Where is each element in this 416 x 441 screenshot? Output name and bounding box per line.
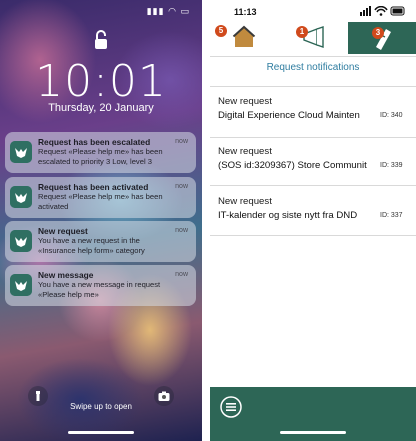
notification-body: Request «Please help me» has been activa… xyxy=(38,192,163,211)
divider xyxy=(210,56,416,57)
app-logo-icon xyxy=(10,274,32,296)
tab-requests[interactable]: 3 xyxy=(348,22,416,54)
section-title: Request notifications xyxy=(266,62,360,73)
bottom-bar xyxy=(210,387,416,441)
notification-card[interactable]: Request has been activated now Request «… xyxy=(5,177,196,218)
status-time: 11:13 xyxy=(234,7,257,17)
badge-home: 5 xyxy=(215,25,227,37)
app-screen: 11:13 5 1 3 Request notifications New re… xyxy=(210,0,416,441)
divider xyxy=(210,137,416,138)
notification-card[interactable]: New message now You have a new message i… xyxy=(5,265,196,306)
notification-time: now xyxy=(175,271,188,278)
request-name: IT-kalender og siste nytt fra DND xyxy=(218,210,358,221)
request-label: New request xyxy=(218,96,272,107)
status-icons xyxy=(360,6,405,16)
tab-announcements[interactable]: 1 xyxy=(279,22,347,54)
app-logo-icon xyxy=(10,141,32,163)
wifi-icon: ◠ xyxy=(168,6,177,16)
request-label: New request xyxy=(218,196,272,207)
swipe-up-hint: Swipe up to open xyxy=(70,402,132,411)
lock-screen: ▮▮▮ ◠ ▭ 10:01 Thursday, 20 January Reque… xyxy=(0,0,202,441)
notification-time: now xyxy=(175,138,188,145)
home-icon xyxy=(232,25,256,47)
notification-title: Request has been escalated xyxy=(38,137,151,147)
notification-card[interactable]: New request now You have a new request i… xyxy=(5,221,196,262)
notification-title: Request has been activated xyxy=(38,182,149,192)
lockscreen-clock: 10:01 xyxy=(35,56,167,107)
request-id: ID: 337 xyxy=(380,212,403,219)
notification-body: Request «Please help me» has been escala… xyxy=(38,147,163,166)
lockscreen-status-bar: ▮▮▮ ◠ ▭ xyxy=(147,6,190,17)
tab-home[interactable]: 5 xyxy=(210,22,278,54)
notification-card[interactable]: Request has been escalated now Request «… xyxy=(5,132,196,173)
divider xyxy=(210,86,416,87)
request-name: Digital Experience Cloud Mainten xyxy=(218,110,360,121)
request-label: New request xyxy=(218,146,272,157)
battery-icon: ▭ xyxy=(180,6,190,16)
divider xyxy=(210,235,416,236)
menu-icon[interactable] xyxy=(220,396,242,418)
notification-time: now xyxy=(175,227,188,234)
request-name: (SOS id:3209367) Store Communit xyxy=(218,160,367,171)
app-logo-icon xyxy=(10,186,32,208)
notification-title: New message xyxy=(38,270,94,280)
divider xyxy=(210,185,416,186)
app-logo-icon xyxy=(10,230,32,252)
signal-icon: ▮▮▮ xyxy=(146,6,165,16)
notification-time: now xyxy=(175,183,188,190)
home-indicator[interactable] xyxy=(68,431,134,434)
home-indicator[interactable] xyxy=(280,431,346,434)
request-row[interactable]: New request IT-kalender og siste nytt fr… xyxy=(210,190,416,234)
lockscreen-date: Thursday, 20 January xyxy=(48,102,154,114)
request-id: ID: 340 xyxy=(380,112,403,119)
request-row[interactable]: New request (SOS id:3209367) Store Commu… xyxy=(210,140,416,184)
request-id: ID: 339 xyxy=(380,162,403,169)
badge-requests: 3 xyxy=(372,27,384,39)
badge-announcements: 1 xyxy=(296,26,308,38)
notification-body: You have a new message in request «Pleas… xyxy=(38,280,161,299)
unlock-icon xyxy=(95,30,107,49)
app-status-bar: 11:13 xyxy=(210,0,416,22)
notification-body: You have a new request in the «Insurance… xyxy=(38,236,145,255)
request-row[interactable]: New request Digital Experience Cloud Mai… xyxy=(210,90,416,134)
tab-bar: 5 1 3 xyxy=(210,22,416,54)
notification-title: New request xyxy=(38,226,88,236)
